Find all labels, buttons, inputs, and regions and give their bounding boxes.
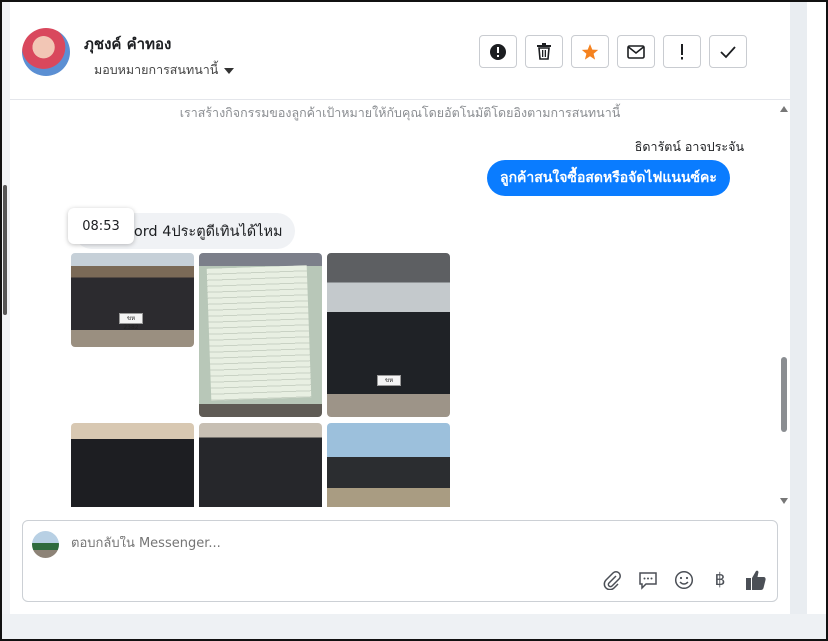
paperclip-icon bbox=[603, 571, 621, 590]
mark-unread-button[interactable] bbox=[617, 35, 655, 68]
mark-spam-button[interactable] bbox=[479, 35, 517, 68]
license-plate: ขห 2382 bbox=[377, 375, 401, 393]
header-actions bbox=[479, 35, 747, 68]
baht-icon: ฿ bbox=[714, 570, 726, 590]
envelope-icon bbox=[627, 44, 645, 59]
reply-composer: ฿ bbox=[22, 520, 778, 602]
mark-done-button[interactable] bbox=[709, 35, 747, 68]
thumbs-up-icon bbox=[746, 570, 766, 590]
composer-tools: ฿ bbox=[601, 569, 767, 591]
reply-input[interactable] bbox=[71, 536, 671, 551]
delete-button[interactable] bbox=[525, 35, 563, 68]
follow-up-button[interactable] bbox=[663, 35, 701, 68]
conversation-panel: ภุชงค์ คำทอง มอบหมายการสนทนานี้ เราสร้าง… bbox=[10, 2, 790, 614]
trash-icon bbox=[537, 43, 551, 60]
page-avatar bbox=[32, 531, 59, 558]
alert-circle-icon bbox=[490, 43, 506, 60]
scroll-down-arrow-icon[interactable] bbox=[780, 498, 788, 504]
photo-grid: ขห 2382 ขห 2382 bbox=[71, 253, 451, 507]
attach-button[interactable] bbox=[601, 569, 623, 591]
photo-truck-rear[interactable]: ขห 2382 bbox=[71, 253, 194, 347]
payment-button[interactable]: ฿ bbox=[709, 569, 731, 591]
assign-conversation-dropdown[interactable]: มอบหมายการสนทนานี้ bbox=[94, 60, 235, 80]
incoming-message-text: Ford 4ประตูดีเทินได้ไหม bbox=[126, 223, 283, 240]
scroll-thumb[interactable] bbox=[781, 357, 787, 432]
emoji-button[interactable] bbox=[673, 569, 695, 591]
right-side-panel bbox=[807, 2, 826, 614]
chat-icon bbox=[639, 572, 657, 590]
license-plate: ขห 2382 bbox=[119, 313, 143, 331]
system-notice: เราสร้างกิจกรรมของลูกค้าเป้าหมายให้กับคุ… bbox=[179, 105, 621, 120]
photo-truck-front[interactable]: ขห 2382 bbox=[327, 253, 450, 417]
timestamp-text: 08:53 bbox=[82, 218, 120, 234]
star-icon bbox=[581, 43, 599, 60]
bottom-bar bbox=[2, 614, 826, 639]
outgoing-message-bubble[interactable]: ลูกค้าสนใจซื้อสดหรือจัดไฟแนนซ์คะ bbox=[487, 160, 730, 196]
timestamp-tooltip: 08:53 bbox=[68, 208, 134, 244]
photo-truck-outdoor[interactable] bbox=[327, 423, 450, 507]
smiley-icon bbox=[674, 570, 694, 590]
outgoing-message-text: ลูกค้าสนใจซื้อสดหรือจัดไฟแนนซ์คะ bbox=[500, 170, 717, 186]
saved-replies-button[interactable] bbox=[637, 569, 659, 591]
like-button[interactable] bbox=[745, 569, 767, 591]
contact-name[interactable]: ภุชงค์ คำทอง bbox=[84, 32, 171, 56]
photo-document[interactable] bbox=[199, 253, 322, 417]
document-paper bbox=[206, 265, 312, 401]
outgoing-sender-name: ธิดารัตน์ อาจประจัน bbox=[634, 139, 744, 154]
scroll-up-arrow-icon[interactable] bbox=[780, 106, 788, 112]
assign-label: มอบหมายการสนทนานี้ bbox=[94, 62, 219, 77]
conversation-header: ภุชงค์ คำทอง มอบหมายการสนทนานี้ bbox=[10, 2, 790, 100]
check-icon bbox=[720, 45, 736, 58]
left-scroll-thumb[interactable] bbox=[3, 185, 7, 315]
conversation-scrollbar[interactable] bbox=[778, 102, 790, 510]
star-button[interactable] bbox=[571, 35, 609, 68]
exclamation-icon bbox=[681, 43, 683, 59]
photo-truck-side-left[interactable] bbox=[71, 423, 194, 507]
contact-avatar[interactable] bbox=[22, 28, 70, 76]
caret-down-icon bbox=[224, 67, 235, 74]
photo-truck-side-wheel[interactable] bbox=[199, 423, 322, 507]
